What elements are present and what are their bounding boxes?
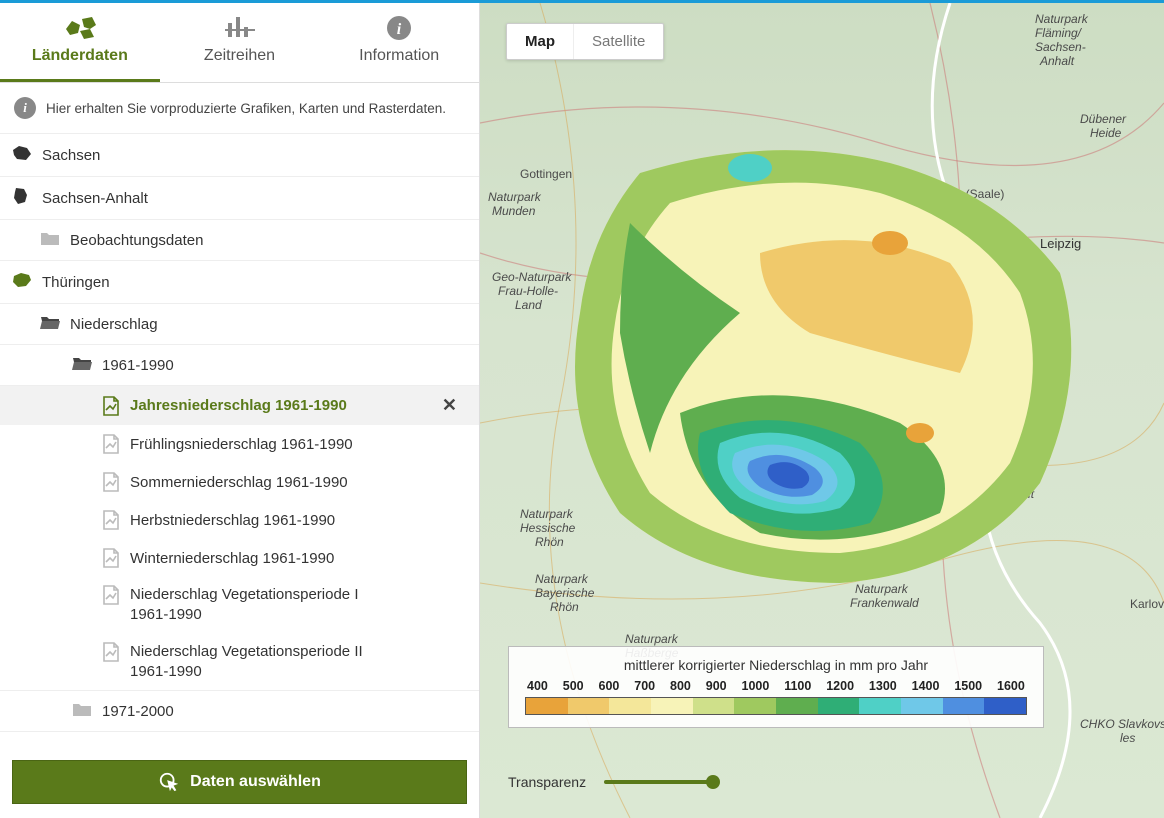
folder-closed-icon xyxy=(72,701,92,721)
tab-label: Information xyxy=(359,47,439,64)
slider-thumb[interactable] xyxy=(706,775,720,789)
info-badge-icon: i xyxy=(14,97,36,119)
transparency-control: Transparenz xyxy=(508,774,714,790)
folder-label: Niederschlag xyxy=(70,316,158,333)
tree-item-winter[interactable]: Winterniederschlag 1961-1990 xyxy=(0,539,479,577)
item-label: Niederschlag Vegetationsperiode I1961-19… xyxy=(130,585,359,626)
folder-label: 1971-2000 xyxy=(102,703,174,720)
tree-region-sachsen[interactable]: Sachsen xyxy=(0,134,479,177)
chart-doc-icon xyxy=(102,510,120,530)
chart-doc-icon xyxy=(102,548,120,568)
folder-open-icon xyxy=(40,314,60,334)
item-label: Herbstniederschlag 1961-1990 xyxy=(130,512,335,529)
item-label: Sommerniederschlag 1961-1990 xyxy=(130,474,348,491)
legend-ticks: 4005006007008009001000110012001300140015… xyxy=(525,679,1027,693)
chart-doc-icon xyxy=(102,585,120,605)
button-label: Daten auswählen xyxy=(190,773,321,791)
svg-text:i: i xyxy=(397,21,402,38)
chart-doc-icon xyxy=(102,396,120,416)
svg-text:Sachsen-: Sachsen- xyxy=(1035,40,1086,54)
svg-text:Fläming/: Fläming/ xyxy=(1035,26,1083,40)
item-label: Frühlingsniederschlag 1961-1990 xyxy=(130,436,353,453)
thematic-overlay xyxy=(520,113,1120,613)
tab-zeitreihen[interactable]: Zeitreihen xyxy=(160,3,320,82)
svg-text:les: les xyxy=(1120,731,1135,745)
item-label: Jahresniederschlag 1961-1990 xyxy=(130,397,347,414)
hint-text: Hier erhalten Sie vorproduzierte Grafike… xyxy=(46,101,446,116)
tree-item-sommer[interactable]: Sommerniederschlag 1961-1990 xyxy=(0,463,479,501)
region-label: Thüringen xyxy=(42,274,110,291)
region-sachsen-anhalt-icon xyxy=(12,187,32,209)
svg-text:CHKO Slavkovs: CHKO Slavkovs xyxy=(1080,717,1164,731)
bars-icon xyxy=(160,15,320,41)
svg-text:Naturpark: Naturpark xyxy=(1035,12,1089,26)
chart-doc-icon xyxy=(102,472,120,492)
item-label: Niederschlag Vegetationsperiode II1961-1… xyxy=(130,642,363,683)
folder-label: 1961-1990 xyxy=(102,357,174,374)
folder-label: Beobachtungsdaten xyxy=(70,232,203,249)
tree-item-veg1[interactable]: Niederschlag Vegetationsperiode I1961-19… xyxy=(0,577,479,634)
bottom-bar: Daten auswählen xyxy=(0,750,479,818)
tab-information[interactable]: i Information xyxy=(319,3,479,82)
folder-closed-icon xyxy=(40,230,60,250)
maptype-map[interactable]: Map xyxy=(507,24,574,59)
folder-open-icon xyxy=(72,355,92,375)
tree: Sachsen Sachsen-Anhalt Beobachtungsdaten… xyxy=(0,134,479,750)
region-thueringen-icon xyxy=(12,271,32,293)
tab-laenderdaten[interactable]: Länderdaten xyxy=(0,3,160,82)
sidebar: Länderdaten Zeitreihen i Information i H… xyxy=(0,3,480,818)
svg-text:Anhalt: Anhalt xyxy=(1039,54,1075,68)
cursor-click-icon xyxy=(158,771,180,793)
chart-doc-icon xyxy=(102,642,120,662)
legend: mittlerer korrigierter Niederschlag in m… xyxy=(508,646,1044,728)
tree-region-thueringen[interactable]: Thüringen xyxy=(0,261,479,304)
tree-region-sachsen-anhalt[interactable]: Sachsen-Anhalt xyxy=(0,177,479,220)
legend-title: mittlerer korrigierter Niederschlag in m… xyxy=(525,657,1027,673)
svg-text:Naturpark: Naturpark xyxy=(625,632,679,646)
hint-row: i Hier erhalten Sie vorproduzierte Grafi… xyxy=(0,83,479,134)
tree-subfolder-1971-2000[interactable]: 1971-2000 xyxy=(0,690,479,732)
tree-item-fruehling[interactable]: Frühlingsniederschlag 1961-1990 xyxy=(0,425,479,463)
tab-label: Zeitreihen xyxy=(204,47,275,64)
tree-folder-beobachtungsdaten[interactable]: Beobachtungsdaten xyxy=(0,220,479,261)
item-label: Winterniederschlag 1961-1990 xyxy=(130,550,334,567)
region-cluster-icon xyxy=(0,15,160,41)
select-data-button[interactable]: Daten auswählen xyxy=(12,760,467,804)
transparency-label: Transparenz xyxy=(508,774,586,790)
tab-label: Länderdaten xyxy=(32,47,128,64)
region-label: Sachsen-Anhalt xyxy=(42,190,148,207)
map-pane[interactable]: Gottingen Halle (Saale) Leipzig Sachsen-… xyxy=(480,3,1164,818)
info-icon: i xyxy=(319,15,479,41)
maptype-satellite[interactable]: Satellite xyxy=(574,24,663,59)
tree-subfolder-1961-1990[interactable]: 1961-1990 xyxy=(0,345,479,386)
tree-folder-niederschlag[interactable]: Niederschlag xyxy=(0,304,479,345)
tabs: Länderdaten Zeitreihen i Information xyxy=(0,3,479,83)
tree-item-jahresniederschlag[interactable]: Jahresniederschlag 1961-1990 ✕ xyxy=(0,386,479,425)
tree-item-herbst[interactable]: Herbstniederschlag 1961-1990 xyxy=(0,501,479,539)
close-icon[interactable]: ✕ xyxy=(442,395,457,416)
legend-bar xyxy=(525,697,1027,715)
region-sachsen-icon xyxy=(12,144,32,166)
tree-item-veg2[interactable]: Niederschlag Vegetationsperiode II1961-1… xyxy=(0,634,479,691)
transparency-slider[interactable] xyxy=(604,780,714,784)
chart-doc-icon xyxy=(102,434,120,454)
maptype-toggle: Map Satellite xyxy=(506,23,664,60)
region-label: Sachsen xyxy=(42,147,100,164)
map-label: Karlov xyxy=(1130,597,1164,611)
